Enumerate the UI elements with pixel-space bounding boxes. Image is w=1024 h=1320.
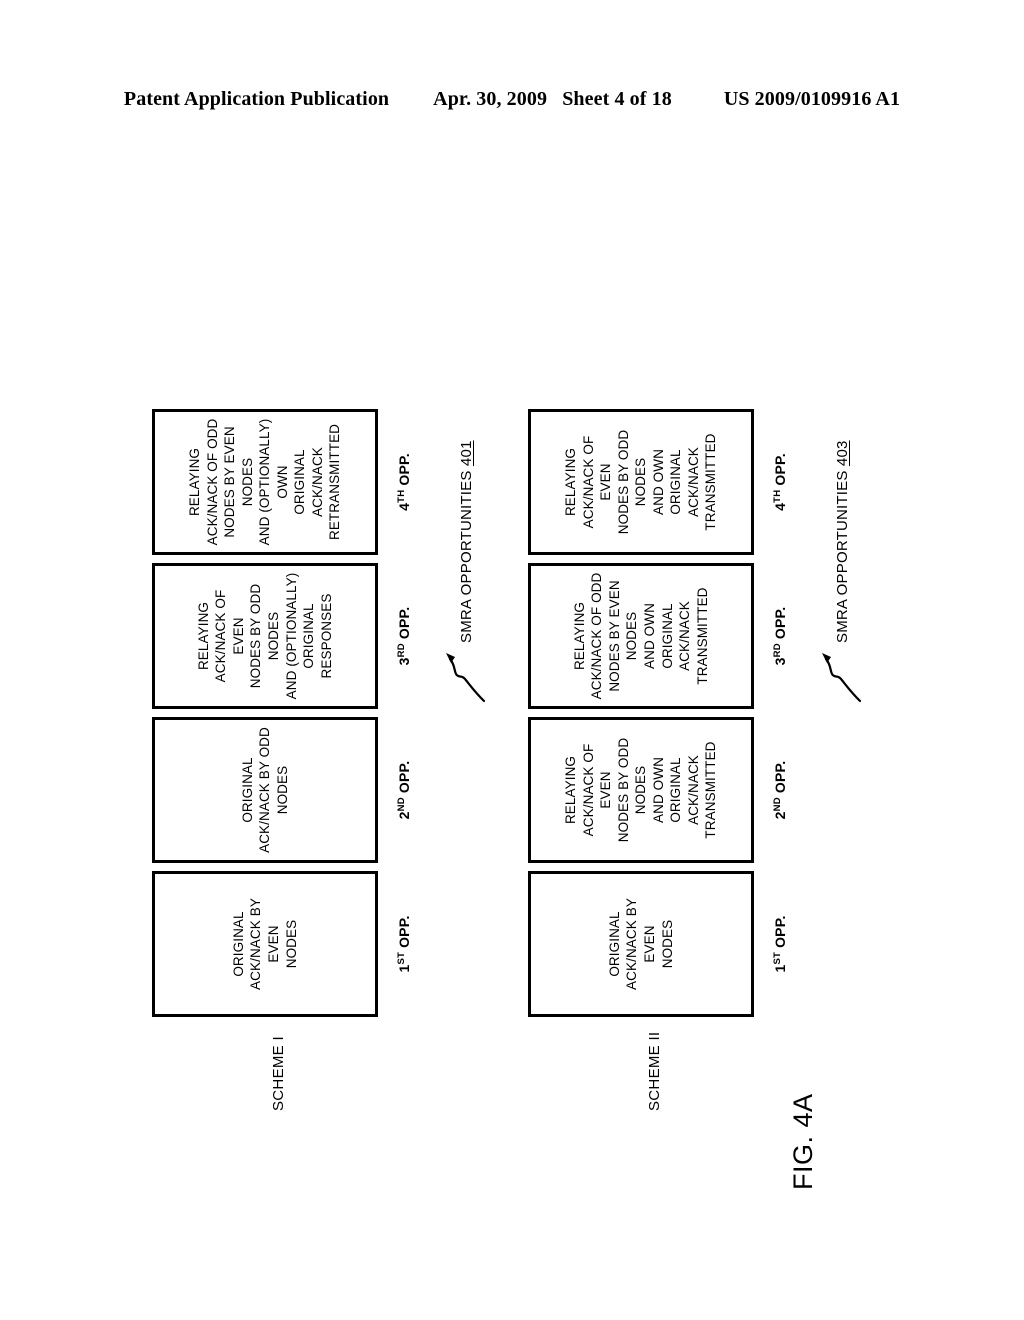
opportunity-label: 1ST OPP. — [396, 871, 412, 1017]
flow-box-text: ORIGINAL ACK/NACK BY ODD NODES — [239, 727, 290, 853]
opportunity-number: 4 — [772, 502, 788, 511]
opportunity-column-3: RELAYING ACK/NACK OF EVEN NODES BY ODD N… — [152, 563, 412, 709]
opportunity-tail: OPP. — [772, 606, 788, 644]
opportunity-suffix: RD — [772, 643, 783, 658]
opportunity-column-1: ORIGINAL ACK/NACK BY EVEN NODES 1ST OPP. — [528, 871, 788, 1017]
flow-box-text: RELAYING ACK/NACK OF ODD NODES BY EVEN N… — [187, 418, 343, 546]
opportunity-number: 2 — [772, 811, 788, 820]
opportunity-number: 4 — [396, 502, 412, 511]
opportunity-tail: OPP. — [396, 915, 412, 952]
opportunity-number: 3 — [772, 657, 788, 666]
opportunity-number: 1 — [772, 964, 788, 973]
opportunity-number: 2 — [396, 811, 412, 820]
flow-box: ORIGINAL ACK/NACK BY EVEN NODES — [528, 871, 754, 1017]
opportunity-tail: OPP. — [396, 606, 412, 644]
flow-box: ORIGINAL ACK/NACK BY ODD NODES — [152, 717, 378, 863]
scheme-title: SCHEME II — [646, 1031, 663, 1111]
flow-box: RELAYING ACK/NACK OF ODD NODES BY EVEN N… — [152, 409, 378, 555]
opportunity-suffix: ND — [396, 797, 407, 812]
opportunity-suffix: ST — [396, 952, 407, 965]
opportunity-column-4: RELAYING ACK/NACK OF ODD NODES BY EVEN N… — [152, 409, 412, 555]
flow-box: RELAYING ACK/NACK OF EVEN NODES BY ODD N… — [152, 563, 378, 709]
opportunity-number: 1 — [396, 964, 412, 973]
scheme-group-2: SCHEME II ORIGINAL ACK/NACK BY EVEN NODE… — [528, 155, 862, 1135]
flow-box-text: RELAYING ACK/NACK OF ODD NODES BY EVEN N… — [571, 572, 710, 700]
opportunity-column-4: RELAYING ACK/NACK OF EVEN NODES BY ODD N… — [528, 409, 788, 555]
opportunity-column-2: ORIGINAL ACK/NACK BY ODD NODES 2ND OPP. — [152, 717, 412, 863]
opportunity-tail: OPP. — [772, 915, 788, 952]
page-header: Patent Application Publication Apr. 30, … — [0, 88, 1024, 111]
opportunity-column-1: ORIGINAL ACK/NACK BY EVEN NODES 1ST OPP. — [152, 871, 412, 1017]
figure-stage: FIG. 4A SCHEME I ORIGINAL ACK/NACK BY EV… — [128, 150, 898, 1190]
flow-box: RELAYING ACK/NACK OF ODD NODES BY EVEN N… — [528, 563, 754, 709]
smra-label: SMRA OPPORTUNITIES — [457, 470, 475, 643]
smra-annotation-text: SMRA OPPORTUNITIES 401 — [458, 440, 475, 643]
figure-canvas: FIG. 4A SCHEME I ORIGINAL ACK/NACK BY EV… — [128, 150, 898, 1190]
opportunity-tail: OPP. — [772, 760, 788, 798]
opportunity-suffix: TH — [396, 489, 407, 503]
flow-box-text: RELAYING ACK/NACK OF EVEN NODES BY ODD N… — [563, 737, 719, 843]
opportunity-number: 3 — [396, 657, 412, 666]
opportunity-row: ORIGINAL ACK/NACK BY EVEN NODES 1ST OPP.… — [528, 409, 788, 1017]
publication-date: Apr. 30, 2009 — [433, 88, 548, 110]
opportunity-suffix: RD — [396, 643, 407, 658]
opportunity-label: 2ND OPP. — [772, 717, 788, 863]
flow-box-text: ORIGINAL ACK/NACK BY EVEN NODES — [606, 898, 675, 990]
opportunity-column-3: RELAYING ACK/NACK OF ODD NODES BY EVEN N… — [528, 563, 788, 709]
publication-title: Patent Application Publication — [123, 88, 390, 110]
sheet-number: Sheet 4 of 18 — [562, 88, 672, 110]
opportunity-tail: OPP. — [396, 453, 412, 490]
scheme-title: SCHEME I — [270, 1036, 287, 1111]
patent-number: US 2009/0109916 A1 — [723, 88, 901, 110]
smra-reference-number: 401 — [457, 440, 475, 467]
flow-box: RELAYING ACK/NACK OF EVEN NODES BY ODD N… — [528, 717, 754, 863]
flow-box: ORIGINAL ACK/NACK BY EVEN NODES — [152, 871, 378, 1017]
smra-reference-number: 403 — [833, 440, 851, 467]
flow-box: RELAYING ACK/NACK OF EVEN NODES BY ODD N… — [528, 409, 754, 555]
publication-date-sheet: Apr. 30, 2009 Sheet 4 of 18 — [433, 88, 672, 111]
opportunity-label: 4TH OPP. — [396, 409, 412, 555]
flow-box-text: ORIGINAL ACK/NACK BY EVEN NODES — [230, 898, 299, 990]
opportunity-tail: OPP. — [396, 760, 412, 798]
curved-leader-arrow-icon — [822, 653, 862, 703]
smra-annotation: SMRA OPPORTUNITIES 403 — [820, 440, 864, 705]
smra-annotation-text: SMRA OPPORTUNITIES 403 — [834, 440, 851, 643]
scheme-group-1: SCHEME I ORIGINAL ACK/NACK BY EVEN NODES… — [152, 155, 486, 1135]
opportunity-column-2: RELAYING ACK/NACK OF EVEN NODES BY ODD N… — [528, 717, 788, 863]
flow-box-text: RELAYING ACK/NACK OF EVEN NODES BY ODD N… — [195, 572, 334, 700]
opportunity-row: ORIGINAL ACK/NACK BY EVEN NODES 1ST OPP.… — [152, 409, 412, 1017]
opportunity-label: 3RD OPP. — [772, 563, 788, 709]
smra-label: SMRA OPPORTUNITIES — [833, 470, 851, 643]
opportunity-suffix: ST — [772, 952, 783, 965]
opportunity-label: 1ST OPP. — [772, 871, 788, 1017]
flow-box-text: RELAYING ACK/NACK OF EVEN NODES BY ODD N… — [563, 429, 719, 535]
smra-annotation: SMRA OPPORTUNITIES 401 — [444, 440, 488, 705]
opportunity-suffix: TH — [772, 489, 783, 503]
opportunity-label: 4TH OPP. — [772, 409, 788, 555]
opportunity-suffix: ND — [772, 797, 783, 812]
opportunity-tail: OPP. — [772, 453, 788, 490]
curved-leader-arrow-icon — [446, 653, 486, 703]
opportunity-label: 2ND OPP. — [396, 717, 412, 863]
opportunity-label: 3RD OPP. — [396, 563, 412, 709]
